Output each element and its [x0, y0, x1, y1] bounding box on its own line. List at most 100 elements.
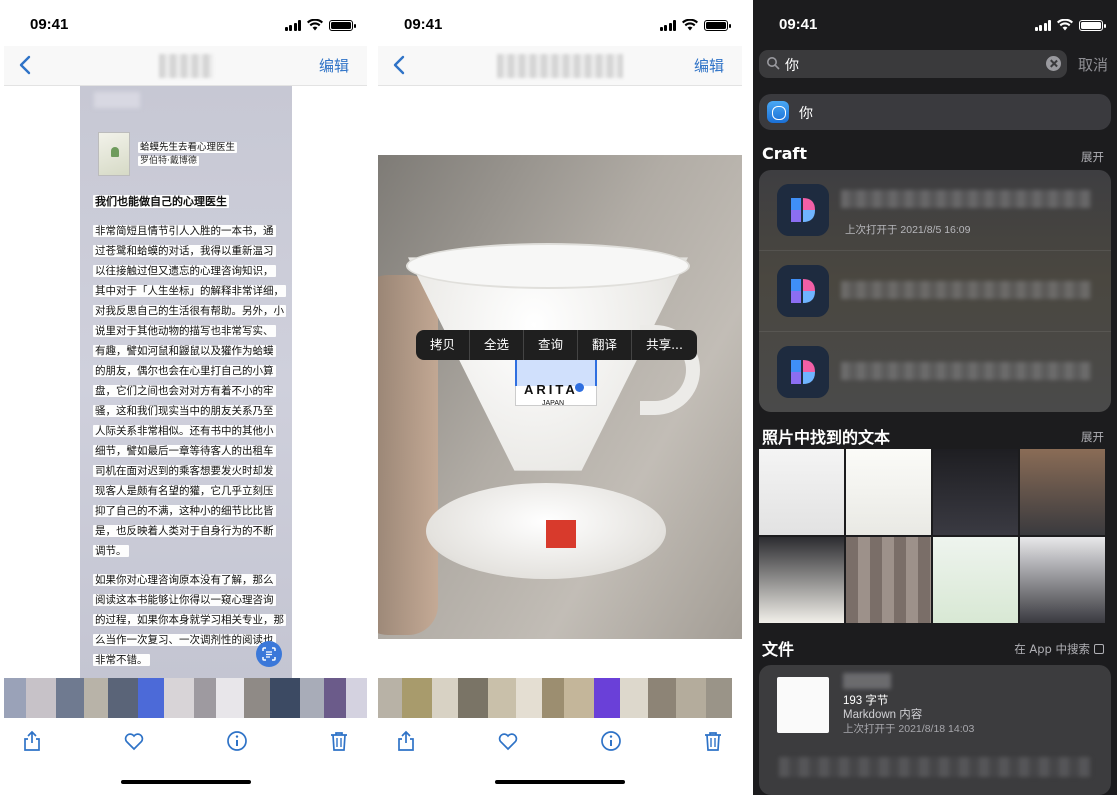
menu-translate[interactable]: 翻译: [578, 330, 633, 360]
ocr-line[interactable]: 司机在面对迟到的乘客想要发火时却发: [93, 464, 276, 479]
ocr-line-text: 其中对于「人生坐标」的解释非常详细，: [93, 285, 286, 297]
ocr-line[interactable]: 过苍鹭和蛤蟆的对话，我得以重新温习: [93, 244, 276, 259]
craft-result-item[interactable]: [759, 251, 1111, 332]
blurred-note-title: [841, 362, 1091, 380]
ocr-line[interactable]: 以往接触过但又遗忘的心理咨询知识，: [93, 264, 276, 279]
info-icon[interactable]: [225, 729, 249, 753]
ocr-line[interactable]: 其中对于「人生坐标」的解释非常详细，: [93, 284, 286, 299]
menu-lookup[interactable]: 查询: [524, 330, 579, 360]
heart-icon[interactable]: [122, 729, 146, 753]
ocr-line[interactable]: 有趣，譬如河鼠和鼹鼠以及獾作为蛤蟆: [93, 344, 276, 359]
ocr-line-text: 盘，它们之间也会对对方有着不小的牢: [93, 385, 276, 397]
photo-result[interactable]: [1020, 537, 1105, 623]
good-design-badge: [546, 520, 576, 548]
ocr-line-text: 以往接触过但又遗忘的心理咨询知识，: [93, 265, 276, 277]
menu-copy[interactable]: 拷贝: [416, 330, 471, 360]
status-icons: [659, 19, 731, 31]
trash-icon[interactable]: [701, 729, 725, 753]
book-title[interactable]: 蛤蟆先生去看心理医生: [138, 140, 238, 155]
nav-bar: 编辑: [378, 46, 742, 86]
search-in-app-button[interactable]: 在 App 中搜索: [1014, 641, 1104, 657]
blurred-file-result[interactable]: [779, 757, 1091, 777]
bottom-toolbar: [378, 718, 742, 795]
craft-last-opened: 上次打开于 2021/8/5 16:09: [845, 224, 971, 236]
ocr-line-text: 阅读这本书能够让你得以一窥心理咨询: [93, 594, 276, 606]
label-brand[interactable]: ARITA: [524, 383, 578, 396]
craft-expand-button[interactable]: 展开: [1081, 149, 1104, 165]
ocr-line-text: 过苍鹭和蛤蟆的对话，我得以重新温习: [93, 245, 276, 257]
info-icon[interactable]: [599, 729, 623, 753]
photo-result[interactable]: [1020, 449, 1105, 535]
section-header-photos: 照片中找到的文本: [762, 428, 891, 447]
share-icon[interactable]: [394, 729, 418, 753]
menu-share[interactable]: 共享...: [632, 330, 697, 360]
ocr-line[interactable]: 的过程，如果你本身就学习相关专业，那: [93, 613, 286, 628]
thumbnail-strip[interactable]: [4, 678, 367, 718]
ocr-line[interactable]: 非常不错。: [93, 653, 150, 668]
safari-suggestion-text: 你: [799, 106, 813, 122]
menu-select-all[interactable]: 全选: [470, 330, 525, 360]
ocr-line[interactable]: 盘，它们之间也会对对方有着不小的牢: [93, 384, 276, 399]
clear-icon[interactable]: [1046, 56, 1061, 71]
book-author[interactable]: 罗伯特·戴博德: [138, 154, 199, 169]
share-icon[interactable]: [20, 729, 44, 753]
ocr-line[interactable]: 是，也反映着人类对于自身行为的不断: [93, 524, 276, 539]
ocr-line[interactable]: 说里对于其他动物的描写也非常写实、: [93, 324, 276, 339]
search-input[interactable]: 你: [759, 50, 1067, 78]
photo-result[interactable]: [846, 449, 931, 535]
book-page-photo: 蛤蟆先生去看心理医生 罗伯特·戴博德 我们也能做自己的心理医生 非常简短且情节引…: [80, 86, 292, 678]
craft-result-item[interactable]: 上次打开于 2021/8/5 16:09: [759, 170, 1111, 251]
photo-result[interactable]: [759, 537, 844, 623]
ocr-line[interactable]: 人际关系非常相似。还有书中的其他小: [93, 424, 276, 439]
ocr-line[interactable]: 非常简短且情节引人入胜的一本书，通: [93, 224, 276, 239]
photo-result[interactable]: [933, 537, 1018, 623]
thumbnail-strip[interactable]: [378, 678, 742, 718]
photo-result[interactable]: [759, 449, 844, 535]
ocr-line-text: 对我反思自己的生活很有帮助。另外，小: [93, 305, 286, 317]
status-time: 09:41: [779, 16, 818, 33]
ocr-line-text: 调节。: [93, 545, 129, 557]
status-bar: 09:41: [378, 0, 742, 46]
open-external-icon: [1094, 644, 1104, 654]
ocr-line[interactable]: 如果你对心理咨询原本没有了解，那么: [93, 573, 276, 588]
ocr-line-text: 抑了自己的不满，这种小的细节比比皆: [93, 505, 276, 517]
edit-button[interactable]: 编辑: [319, 55, 349, 76]
heart-icon[interactable]: [496, 729, 520, 753]
review-heading[interactable]: 我们也能做自己的心理医生: [93, 194, 229, 209]
photo-result[interactable]: [933, 449, 1018, 535]
craft-app-icon: [777, 184, 829, 236]
wifi-icon: [307, 19, 323, 31]
ocr-line[interactable]: 对我反思自己的生活很有帮助。另外，小: [93, 304, 286, 319]
ocr-line[interactable]: 的朋友，偶尔也会在心里打自己的小算: [93, 364, 276, 379]
back-chevron-icon[interactable]: [388, 52, 412, 78]
home-indicator: [495, 780, 625, 784]
wifi-icon: [682, 19, 698, 31]
photos-expand-button[interactable]: 展开: [1081, 429, 1104, 445]
label-origin[interactable]: JAPAN: [542, 400, 564, 407]
live-text-button[interactable]: [256, 641, 282, 667]
craft-app-icon: [777, 346, 829, 398]
safari-suggestion-row[interactable]: 你: [759, 94, 1111, 130]
ocr-line-text: 非常简短且情节引人入胜的一本书，通: [93, 225, 276, 237]
ocr-line[interactable]: 骚，这和我们现实当中的朋友关系乃至: [93, 404, 276, 419]
back-chevron-icon[interactable]: [14, 52, 38, 78]
trash-icon[interactable]: [327, 729, 351, 753]
status-icons: [1034, 19, 1106, 31]
ocr-line[interactable]: 抑了自己的不满，这种小的细节比比皆: [93, 504, 276, 519]
ocr-line-text: 如果你对心理咨询原本没有了解，那么: [93, 574, 276, 586]
ocr-line[interactable]: 么当作一次复习、一次调剂性的阅读也: [93, 633, 276, 648]
book-title-text: 蛤蟆先生去看心理医生: [138, 142, 238, 153]
cellular-signal-icon: [659, 19, 676, 31]
blurred-note-title: [841, 190, 1091, 208]
ocr-line[interactable]: 调节。: [93, 544, 129, 559]
edit-button[interactable]: 编辑: [694, 55, 724, 76]
cancel-button[interactable]: 取消: [1078, 54, 1108, 75]
craft-result-item[interactable]: [759, 332, 1111, 412]
home-indicator: [120, 780, 251, 784]
photo-result[interactable]: [846, 537, 931, 623]
ocr-line[interactable]: 现客人是颇有名望的獾，它几乎立刻压: [93, 484, 276, 499]
ocr-line[interactable]: 阅读这本书能够让你得以一窥心理咨询: [93, 593, 276, 608]
blurred-title: [158, 54, 213, 78]
ocr-line[interactable]: 细节，譬如最后一章等待客人的出租车: [93, 444, 276, 459]
book-author-text: 罗伯特·戴博德: [138, 156, 199, 166]
